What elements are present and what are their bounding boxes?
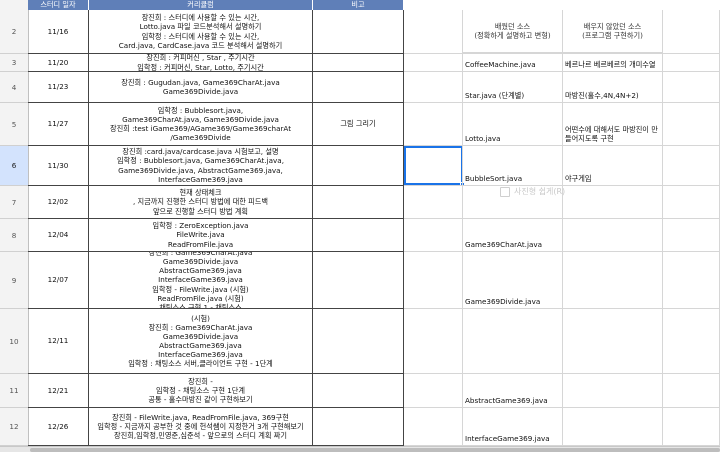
empty-cell[interactable] [404,252,463,309]
learned-source-cell[interactable]: BubbleSort.java [463,146,563,186]
notlearned-source-cell[interactable] [563,252,663,309]
note-cell[interactable] [313,219,404,252]
header-curriculum[interactable]: 커리큘럼 [89,0,313,10]
spreadsheet: 스터디 일자 커리큘럼 비고 배웠던 소스 (정확하게 설명하고 변형) 배우지… [0,0,720,452]
empty-cell[interactable] [663,219,720,252]
notlearned-source-cell[interactable]: 베르나르 베르베르의 개미수열 [563,54,663,72]
header-note[interactable]: 비고 [313,0,404,10]
header-date[interactable]: 스터디 일자 [28,0,89,10]
row-number[interactable]: 4 [0,72,28,103]
row-number[interactable]: 10 [0,309,28,374]
empty-cell[interactable] [404,54,463,72]
empty-cell[interactable] [663,309,720,374]
empty-cell[interactable] [404,309,463,374]
learned-source-cell[interactable] [463,309,563,374]
learned-source-cell[interactable] [463,10,563,54]
curriculum-cell[interactable]: 장진희 :card.java/cardcase.java 시험보고, 설명 임학… [89,146,313,186]
note-cell[interactable] [313,10,404,54]
date-cell[interactable]: 12/04 [28,219,89,252]
curriculum-cell[interactable]: 장진희 - 임학정 - 채팅소스 구현 1단계 공통 - 홀수마방진 같이 구현… [89,374,313,408]
row-number[interactable]: 7 [0,186,28,219]
learned-source-cell[interactable]: CoffeeMachine.java [463,54,563,72]
date-cell[interactable]: 11/30 [28,146,89,186]
curriculum-cell[interactable]: 장진희 : Gugudan.java, Game369CharAt.java G… [89,72,313,103]
date-cell[interactable]: 12/26 [28,408,89,446]
learned-source-cell[interactable]: Game369CharAt.java [463,219,563,252]
empty-cell[interactable] [404,103,463,146]
date-cell[interactable]: 12/11 [28,309,89,374]
date-cell[interactable]: 12/21 [28,374,89,408]
curriculum-cell[interactable]: 임학정 : ZeroException.java FileWrite.java … [89,219,313,252]
empty-cell[interactable] [404,72,463,103]
note-cell[interactable] [313,186,404,219]
date-cell[interactable]: 12/07 [28,252,89,309]
row-number[interactable]: 9 [0,252,28,309]
empty-cell[interactable] [404,219,463,252]
row-number[interactable]: 3 [0,54,28,72]
learned-source-cell[interactable] [463,186,563,219]
learned-source-cell[interactable]: Lotto.java [463,103,563,146]
date-cell[interactable]: 11/23 [28,72,89,103]
empty-cell[interactable] [404,374,463,408]
horizontal-scrollbar[interactable] [0,446,720,452]
empty-cell[interactable] [404,10,463,54]
note-cell[interactable] [313,374,404,408]
row-number[interactable]: 2 [0,10,28,54]
note-cell[interactable] [313,309,404,374]
note-cell[interactable] [313,54,404,72]
notlearned-source-cell[interactable] [563,309,663,374]
curriculum-cell[interactable]: 장진희 : Game369CharAt.java Game369Divide.j… [89,252,313,309]
scrollbar-thumb[interactable] [30,448,720,452]
curriculum-cell[interactable]: 장진희 - FileWrite.java, ReadFromFile.java,… [89,408,313,446]
note-cell[interactable] [313,72,404,103]
notlearned-source-cell[interactable] [563,374,663,408]
empty-cell[interactable] [663,10,720,54]
row-number[interactable]: 8 [0,219,28,252]
curriculum-cell[interactable]: 장진희 : 커피머신 , Star , 주기시간 임학정 : 커피머신, Sta… [89,54,313,72]
empty-cell[interactable] [663,72,720,103]
curriculum-cell[interactable]: 임학정 : Bubblesort.java, Game369CharAt.jav… [89,103,313,146]
date-cell[interactable]: 11/20 [28,54,89,72]
empty-cell[interactable] [663,252,720,309]
date-cell[interactable]: 11/27 [28,103,89,146]
empty-cell[interactable] [663,408,720,446]
date-cell[interactable]: 12/02 [28,186,89,219]
empty-cell[interactable] [663,54,720,72]
empty-cell[interactable] [404,146,463,186]
learned-source-cell[interactable]: Star.java (단계별) [463,72,563,103]
learned-source-cell[interactable]: InterfaceGame369.java [463,408,563,446]
notlearned-source-cell[interactable] [563,10,663,54]
note-cell[interactable] [313,408,404,446]
empty-cell[interactable] [404,408,463,446]
curriculum-cell[interactable]: 장진희 : 스터디에 사용할 수 있는 시간, Lotto.java 파일 코드… [89,10,313,54]
note-cell[interactable] [313,146,404,186]
row-number[interactable]: 5 [0,103,28,146]
curriculum-cell[interactable]: 현재 상태체크 , 지금까지 진행한 스터디 방법에 대한 피드백 앞으로 진행… [89,186,313,219]
curriculum-cell[interactable]: (시험) 장진희 : Game369CharAt.java Game369Div… [89,309,313,374]
empty-cell[interactable] [663,146,720,186]
learned-source-cell[interactable]: Game369Divide.java [463,252,563,309]
notlearned-source-cell[interactable]: 어떤수에 대해서도 마방진이 만들어지도록 구현 [563,103,663,146]
row-number[interactable]: 6 [0,146,28,186]
notlearned-source-cell[interactable]: 마방진(홀수,4N,4N+2) [563,72,663,103]
notlearned-source-cell[interactable] [563,219,663,252]
empty-cell[interactable] [663,374,720,408]
learned-source-cell[interactable]: AbstractGame369.java [463,374,563,408]
date-cell[interactable]: 11/16 [28,10,89,54]
empty-cell[interactable] [404,186,463,219]
row-number[interactable]: 12 [0,408,28,446]
notlearned-source-cell[interactable] [563,408,663,446]
note-cell[interactable]: 그림 그리기 [313,103,404,146]
notlearned-source-cell[interactable] [563,186,663,219]
empty-cell[interactable] [663,103,720,146]
row-number[interactable]: 11 [0,374,28,408]
notlearned-source-cell[interactable]: 야구게임 [563,146,663,186]
empty-cell[interactable] [663,186,720,219]
note-cell[interactable] [313,252,404,309]
